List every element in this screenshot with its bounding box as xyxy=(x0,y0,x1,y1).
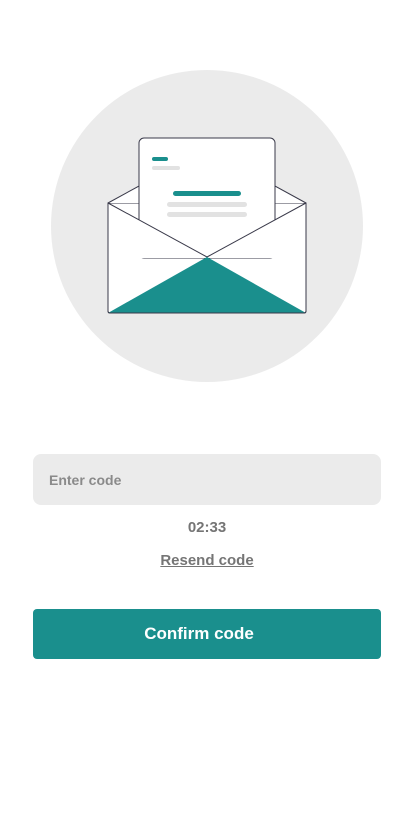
countdown-timer: 02:33 xyxy=(187,519,227,536)
open-envelope-with-letter-icon xyxy=(51,70,363,382)
letter-line xyxy=(167,202,247,207)
confirm-code-button[interactable]: Confirm code xyxy=(33,609,381,659)
resend-code-link[interactable]: Resend code xyxy=(0,552,414,569)
letter-accent-line xyxy=(173,191,241,196)
code-input[interactable] xyxy=(33,454,381,505)
verification-screen: 02:33 Resend code Confirm code xyxy=(0,0,414,824)
letter-line-short xyxy=(152,166,180,170)
letter-line xyxy=(167,212,247,217)
letter-accent-short xyxy=(152,157,168,161)
